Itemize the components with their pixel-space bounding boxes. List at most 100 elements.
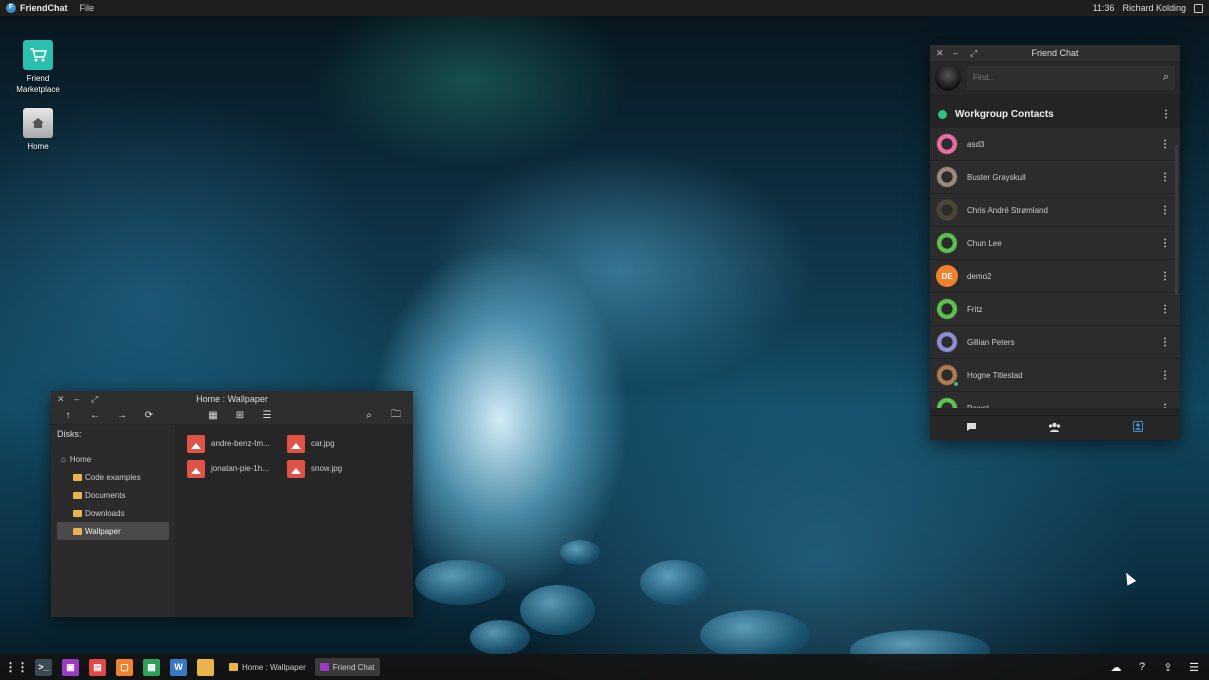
folder-icon	[73, 491, 82, 499]
contact-row[interactable]: Fritz ⋮	[930, 293, 1180, 325]
file-manager-titlebar[interactable]: ✕ – ⤢ Home : Wallpaper	[51, 391, 413, 407]
terminal-icon[interactable]: >_	[35, 658, 52, 676]
contact-menu-icon[interactable]: ⋮	[1159, 304, 1171, 315]
contact-name: asd3	[967, 139, 985, 149]
maximize-icon[interactable]: ⤢	[91, 394, 108, 405]
contact-avatar[interactable]: DE	[936, 265, 958, 287]
app-grid-icon[interactable]: ⋮⋮	[5, 659, 29, 676]
desktop-icon-label: Friend	[26, 74, 50, 83]
tree-item-home[interactable]: ⌂ Home	[57, 450, 169, 468]
taskbar: ⋮⋮ >_ ▣ ▤ ▢ ▦ W Home : Wallpaper Friend …	[0, 654, 1209, 680]
workspace-icon[interactable]	[1194, 3, 1203, 13]
forward-arrow-icon[interactable]: →	[113, 409, 131, 423]
file-name: andre-benz-Im...	[211, 439, 270, 448]
contact-row[interactable]: Chris André Strømland ⋮	[930, 194, 1180, 226]
chat-titlebar[interactable]: ✕ – ⤢ Friend Chat	[930, 45, 1180, 61]
file-item[interactable]: snow.jpg	[287, 456, 387, 481]
back-arrow-icon[interactable]: ←	[86, 409, 104, 423]
close-icon[interactable]: ✕	[57, 394, 74, 405]
friend-logo-icon[interactable]: F	[6, 3, 16, 13]
scrollbar[interactable]	[1175, 145, 1178, 295]
file-item[interactable]: car.jpg	[287, 431, 387, 456]
tree-item-label: Home	[69, 454, 92, 464]
desktop-icon-home[interactable]: Home	[8, 108, 68, 152]
minimize-icon[interactable]: –	[74, 394, 91, 404]
contact-avatar[interactable]	[936, 133, 958, 155]
large-icons-view-icon[interactable]: ▦	[204, 409, 222, 423]
contact-menu-icon[interactable]: ⋮	[1159, 139, 1171, 150]
up-arrow-icon[interactable]: ↑	[59, 409, 77, 423]
desktop-icon-label: Marketplace	[16, 85, 60, 94]
menu-file[interactable]: File	[80, 3, 95, 13]
task-home-wallpaper[interactable]: Home : Wallpaper	[224, 658, 311, 676]
search-icon[interactable]: ⌕	[1163, 71, 1169, 84]
my-avatar[interactable]	[935, 64, 961, 91]
contact-row[interactable]: DE demo2 ⋮	[930, 260, 1180, 292]
desktop-icon-friend-marketplace[interactable]: Friend Marketplace	[8, 40, 68, 95]
maximize-icon[interactable]: ⤢	[970, 48, 987, 59]
new-folder-icon[interactable]: 🗀	[387, 409, 405, 423]
contact-avatar[interactable]	[936, 232, 958, 254]
calc-icon[interactable]: ▦	[143, 658, 160, 676]
tree-item-documents[interactable]: Documents	[57, 486, 169, 504]
group-header[interactable]: Workgroup Contacts ⋮	[930, 100, 1180, 128]
help-icon[interactable]: ?	[1135, 661, 1149, 673]
minimize-icon[interactable]: –	[953, 48, 970, 58]
contact-menu-icon[interactable]: ⋮	[1159, 337, 1171, 348]
tree-item-code-examples[interactable]: Code examples	[57, 468, 169, 486]
contact-menu-icon[interactable]: ⋮	[1159, 271, 1171, 282]
contact-row[interactable]: Buster Grayskull ⋮	[930, 161, 1180, 193]
disks-label: Disks:	[57, 429, 82, 439]
small-icons-view-icon[interactable]: ⊞	[231, 409, 249, 423]
search-icon[interactable]: ⌕	[360, 409, 378, 423]
friend-chat-window: ✕ – ⤢ Friend Chat Find.. ⌕ Workgroup Con…	[930, 45, 1180, 440]
files-folder-icon[interactable]	[197, 658, 214, 676]
contact-avatar[interactable]	[936, 298, 958, 320]
close-icon[interactable]: ✕	[936, 48, 953, 59]
contact-menu-icon[interactable]: ⋮	[1159, 403, 1171, 409]
user-name[interactable]: Richard Kolding	[1122, 3, 1186, 13]
contact-row[interactable]: Chun Lee ⋮	[930, 227, 1180, 259]
video-call-icon[interactable]: ▣	[62, 658, 79, 676]
online-status-icon	[938, 109, 947, 119]
contacts-icon[interactable]	[1123, 421, 1153, 435]
contact-menu-icon[interactable]: ⋮	[1159, 205, 1171, 216]
image-file-icon	[287, 434, 305, 453]
contact-name: Chris André Strømland	[967, 205, 1048, 215]
tree-item-wallpaper[interactable]: Wallpaper	[57, 522, 169, 540]
network-icon[interactable]: ☁	[1109, 661, 1123, 674]
group-name: Workgroup Contacts	[955, 108, 1054, 120]
contact-avatar[interactable]	[936, 331, 958, 353]
contact-avatar[interactable]	[936, 397, 958, 408]
word-document-icon[interactable]: W	[170, 658, 187, 676]
presentation-icon[interactable]: ▢	[116, 658, 133, 676]
contact-row[interactable]: Pawel ⋮	[930, 392, 1180, 408]
cloud-upload-icon[interactable]: ⇪	[1161, 661, 1175, 674]
chat-bubble-icon[interactable]	[957, 422, 987, 435]
spreadsheet-icon[interactable]: ▤	[89, 658, 106, 676]
contact-menu-icon[interactable]: ⋮	[1159, 172, 1171, 183]
contact-row[interactable]: Gillian Peters ⋮	[930, 326, 1180, 358]
contact-avatar[interactable]	[936, 199, 958, 221]
task-friend-chat[interactable]: Friend Chat	[314, 658, 380, 676]
tree-item-downloads[interactable]: Downloads	[57, 504, 169, 522]
clock: 11:36	[1092, 3, 1115, 13]
contact-avatar[interactable]	[936, 364, 959, 387]
file-item[interactable]: andre-benz-Im...	[187, 431, 287, 456]
list-view-icon[interactable]: ☰	[258, 409, 276, 423]
contact-row[interactable]: Hogne Titlestad ⋮	[930, 359, 1180, 391]
contact-name: Chun Lee	[967, 238, 1002, 248]
menu-icon[interactable]: ☰	[1187, 661, 1201, 674]
contact-avatar[interactable]	[936, 166, 958, 188]
contact-search-input[interactable]: Find.. ⌕	[967, 65, 1175, 90]
app-name[interactable]: FriendChat	[20, 3, 68, 13]
group-menu-icon[interactable]: ⋮	[1160, 109, 1172, 120]
refresh-icon[interactable]: ⟳	[140, 409, 158, 423]
task-label: Home : Wallpaper	[242, 662, 306, 672]
group-icon[interactable]	[1040, 422, 1070, 435]
contact-row[interactable]: asd3 ⋮	[930, 128, 1180, 160]
folder-icon	[73, 509, 82, 517]
contact-menu-icon[interactable]: ⋮	[1159, 370, 1171, 381]
file-item[interactable]: jonatan-pie-1h...	[187, 456, 287, 481]
contact-menu-icon[interactable]: ⋮	[1159, 238, 1171, 249]
